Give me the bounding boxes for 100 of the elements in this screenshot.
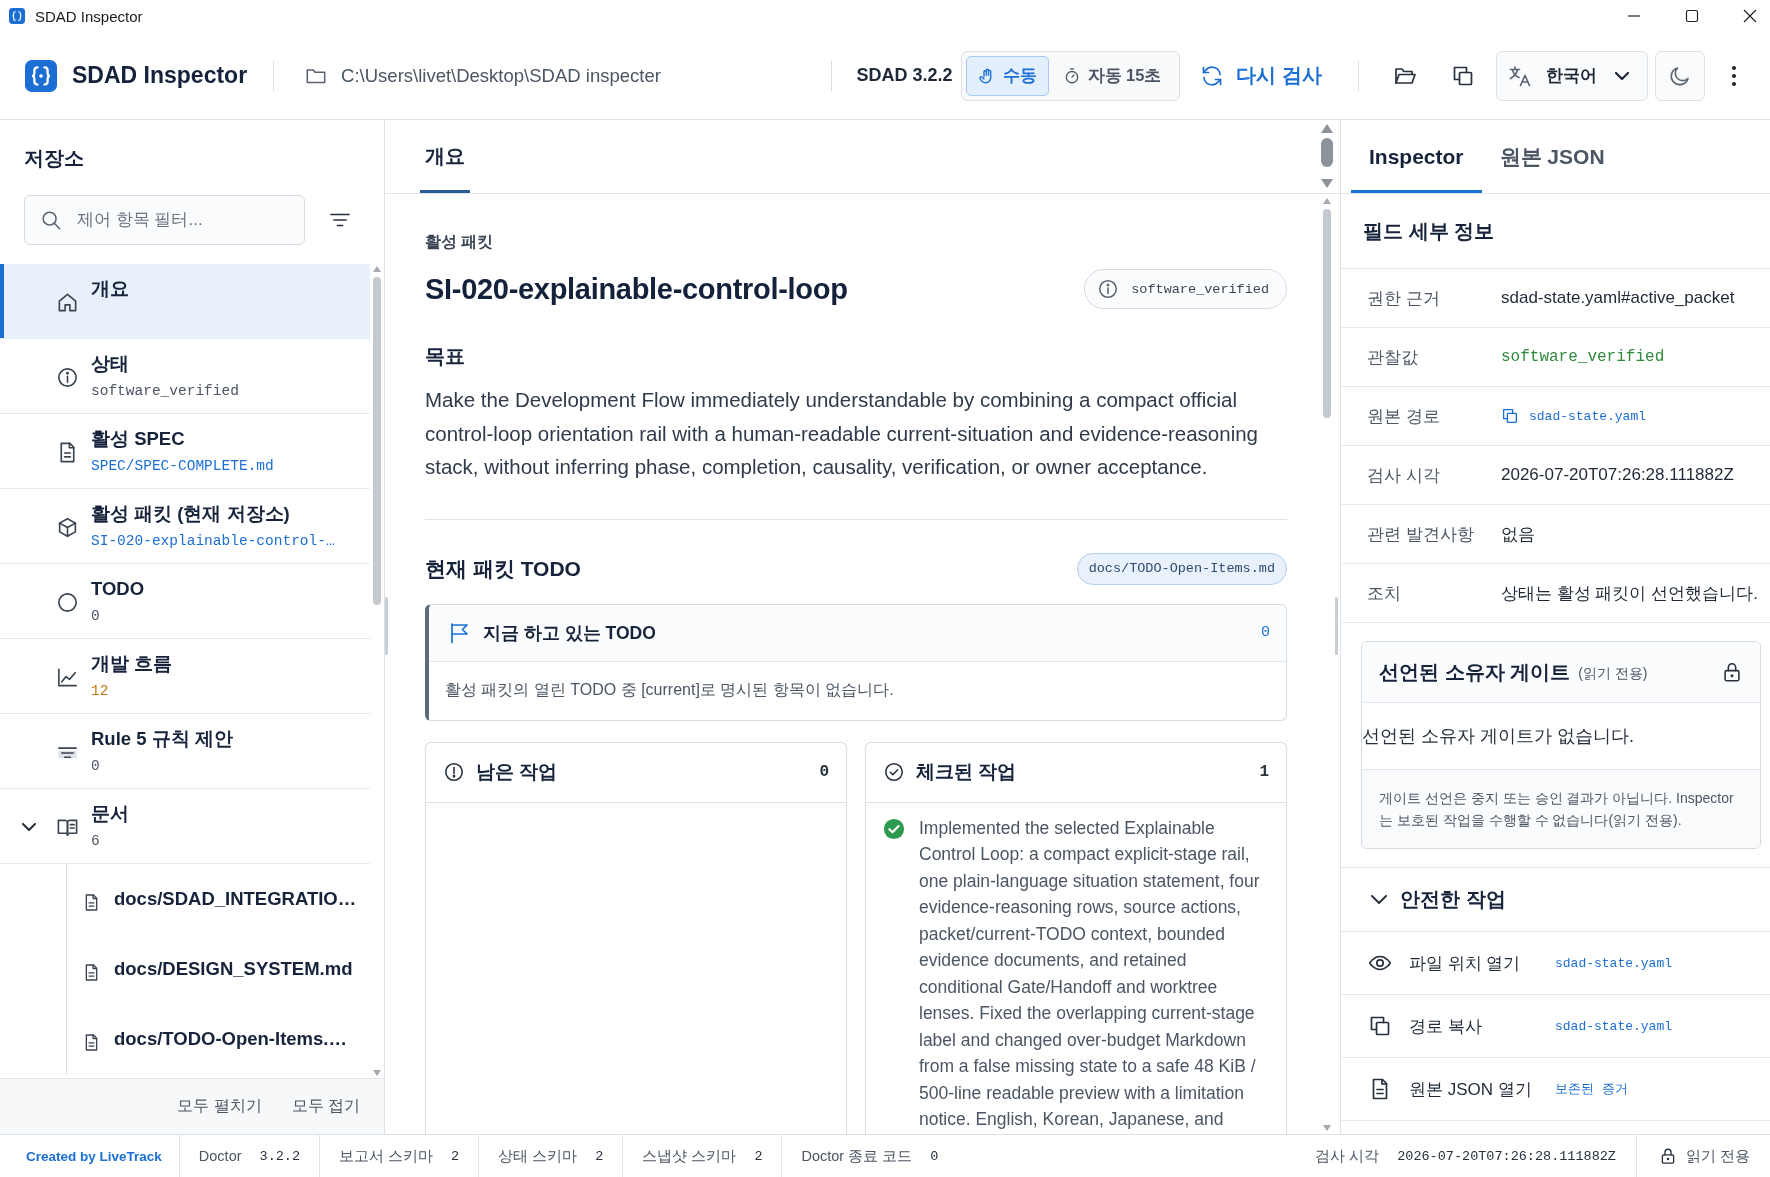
nav-item[interactable]: Rule 5 규칙 제안 0	[0, 714, 370, 789]
card-title: 남은 작업	[476, 760, 558, 784]
field-label: 관찰값	[1367, 346, 1419, 369]
field-value: sdad-state.yaml#active_packet	[1501, 288, 1735, 308]
tab[interactable]: 개요	[420, 120, 470, 193]
resize-handle[interactable]	[385, 597, 388, 655]
field-value: software_verified	[1501, 348, 1665, 366]
nav-item[interactable]: docs/SDAD_INTEGRATIO…	[67, 864, 367, 934]
search-icon	[40, 209, 62, 231]
scrollbar[interactable]	[1320, 124, 1334, 188]
todo-count: 0	[1261, 624, 1270, 641]
project-path: C:\Users\livet\Desktop\SDAD inspecter	[341, 64, 661, 87]
field-value: 없음	[1501, 523, 1535, 546]
empty-message: 선언된 소유자 게이트가 없습니다.	[1362, 725, 1634, 748]
chevron-icon[interactable]	[22, 823, 36, 831]
mode-button[interactable]: 자동 15초	[1050, 55, 1174, 96]
field-label: 관련 발견사항	[1367, 523, 1475, 546]
footer-button[interactable]: 모두 접기	[291, 1096, 360, 1117]
status-value: 0	[930, 1148, 939, 1164]
nav-item[interactable]: 활성 SPEC SPEC/SPEC-COMPLETE.md	[0, 414, 370, 489]
nav-item[interactable]: 개요	[0, 264, 370, 339]
theme-toggle-button[interactable]	[1655, 50, 1705, 101]
copy-icon	[1368, 1014, 1392, 1038]
card-title: 선언된 소유자 게이트	[1379, 659, 1571, 685]
footer-button[interactable]: 모두 펼치기	[177, 1096, 262, 1117]
status-label: Doctor 종료 코드	[801, 1146, 913, 1166]
source-link[interactable]: docs/TODO-Open-Items.md	[1076, 552, 1287, 585]
chevron-down-icon	[1615, 71, 1629, 80]
field-value: 상태는 활성 패킷이 선언했습니다.	[1501, 582, 1758, 605]
status-label: 보고서 스키마	[339, 1146, 434, 1166]
action-item[interactable]: 파일 위치 열기 sdad-state.yaml	[1341, 932, 1770, 995]
todo-count: 1	[1259, 763, 1269, 781]
translate-icon	[1508, 63, 1532, 88]
disclaimer-text: 게이트 선언은 중지 또는 승인 결과가 아닙니다. Inspector 는 보호된 작업을 수행할 수 없습니다(읽기 전용).	[1379, 789, 1735, 830]
language-select[interactable]: 한국어	[1496, 50, 1648, 101]
field-label: 검사 시각	[1367, 464, 1441, 487]
action-item[interactable]: 경로 복사 sdad-state.yaml	[1341, 995, 1770, 1058]
rescan-button[interactable]: 다시 검사	[1200, 53, 1322, 98]
status-value: 2	[754, 1148, 763, 1164]
status-label: 검사 시각	[1315, 1146, 1380, 1166]
tab[interactable]: Inspector	[1351, 120, 1482, 193]
read-only-note: (읽기 전용)	[1578, 664, 1648, 683]
scrollbar[interactable]	[1322, 198, 1332, 1131]
info-icon	[56, 365, 79, 389]
nav-item[interactable]: docs/TODO-Open-Items.…	[67, 1004, 367, 1074]
sidebar-title: 저장소	[24, 147, 84, 169]
status-label: Doctor	[198, 1148, 242, 1164]
action-item[interactable]: 원본 JSON 열기 보존된 증거	[1341, 1058, 1770, 1121]
status-label: 스냅샷 스키마	[642, 1146, 737, 1166]
nav-item[interactable]: TODO 0	[0, 564, 370, 639]
section-label: 활성 패킷	[425, 232, 495, 252]
panel-heading: 필드 세부 정보	[1363, 218, 1495, 244]
status-value: 2	[451, 1148, 460, 1164]
mode-button[interactable]: 수동	[965, 55, 1049, 96]
packet-title: SI-020-explainable-control-loop	[425, 272, 848, 306]
field-label: 원본 경로	[1367, 405, 1441, 428]
app-logo-icon	[9, 8, 25, 24]
circle-icon	[56, 590, 79, 614]
maximize-icon[interactable]	[1685, 9, 1699, 23]
window-title: SDAD Inspector	[35, 7, 143, 25]
chevron-icon[interactable]	[1371, 895, 1387, 904]
nav-item[interactable]: 개발 흐름 12	[0, 639, 370, 714]
empty-message: 활성 패킷의 열린 TODO 중 [current]로 명시된 항목이 없습니다.	[445, 680, 894, 700]
alert-circle-icon	[443, 761, 465, 783]
mode-label: 읽기 전용	[1685, 1146, 1750, 1166]
lock-icon	[1721, 661, 1743, 683]
copy-icon	[1501, 407, 1519, 425]
card-title: 체크된 작업	[916, 760, 1017, 784]
field-label: 권한 근거	[1367, 287, 1441, 310]
cube-icon	[56, 515, 79, 539]
goal-heading: 목표	[425, 344, 466, 369]
info-icon	[1097, 278, 1120, 300]
close-icon[interactable]	[1743, 9, 1757, 23]
file-link[interactable]: sdad-state.yaml	[1501, 407, 1647, 425]
check-circle-icon	[883, 761, 905, 783]
state-value: software_verified	[1131, 281, 1269, 297]
resize-handle[interactable]	[1335, 597, 1338, 655]
todo-count: 0	[819, 763, 829, 781]
section-heading: 안전한 작업	[1400, 887, 1506, 912]
status-value: 2	[595, 1148, 604, 1164]
scrollbar[interactable]	[372, 266, 382, 1076]
version-label: SDAD 3.2.2	[856, 65, 953, 86]
status-label: 상태 스키마	[498, 1146, 578, 1166]
app-logo-icon	[25, 59, 57, 92]
more-icon[interactable]	[1731, 64, 1737, 87]
app-name: SDAD Inspector	[72, 62, 248, 89]
status-value: 2026-07-20T07:26:28.111882Z	[1397, 1148, 1616, 1164]
field-label: 조치	[1367, 582, 1402, 605]
section-heading: 현재 패킷 TODO	[425, 555, 581, 582]
nav-item[interactable]: docs/DESIGN_SYSTEM.md	[67, 934, 367, 1004]
nav-item[interactable]: 문서 6	[0, 789, 370, 864]
nav-item[interactable]: 활성 패킷 (현재 저장소) SI-020-explainable-control-…	[0, 489, 370, 564]
goal-text: Make the Development Flow immediately understandable by combining a compact official control-loop orientation rail with a human-readable current-situation and evidence-reasoning stack, without inferring phase, completion, causality, verification, or owner acceptance.	[425, 387, 1259, 480]
field-value: 2026-07-20T07:26:28.111882Z	[1501, 465, 1734, 485]
nav-item[interactable]: 상태 software_verified	[0, 339, 370, 414]
status-value: 3.2.2	[259, 1148, 301, 1164]
todo-text: Implemented the selected Explainable Control Loop: a compact explicit-stage rail, one plain-language situation statement, four evidence-reasoning rows, source actions, packet/current-TODO context, bounded evidence documents, and retained conditional Gate/Handoff and worktree lenses. Fixed the overlapping current-stage label and changed over-budget Markdown from a false missing state to a safe 48 KiB / 500-line readable preview with a limitation notice. English, Korean, Japanese, and	[919, 816, 1261, 1131]
credit-link[interactable]: Created by LiveTrack	[0, 1135, 179, 1177]
tab[interactable]: 원본 JSON	[1481, 120, 1623, 193]
search-field[interactable]: 제어 항목 필터...	[24, 195, 305, 245]
